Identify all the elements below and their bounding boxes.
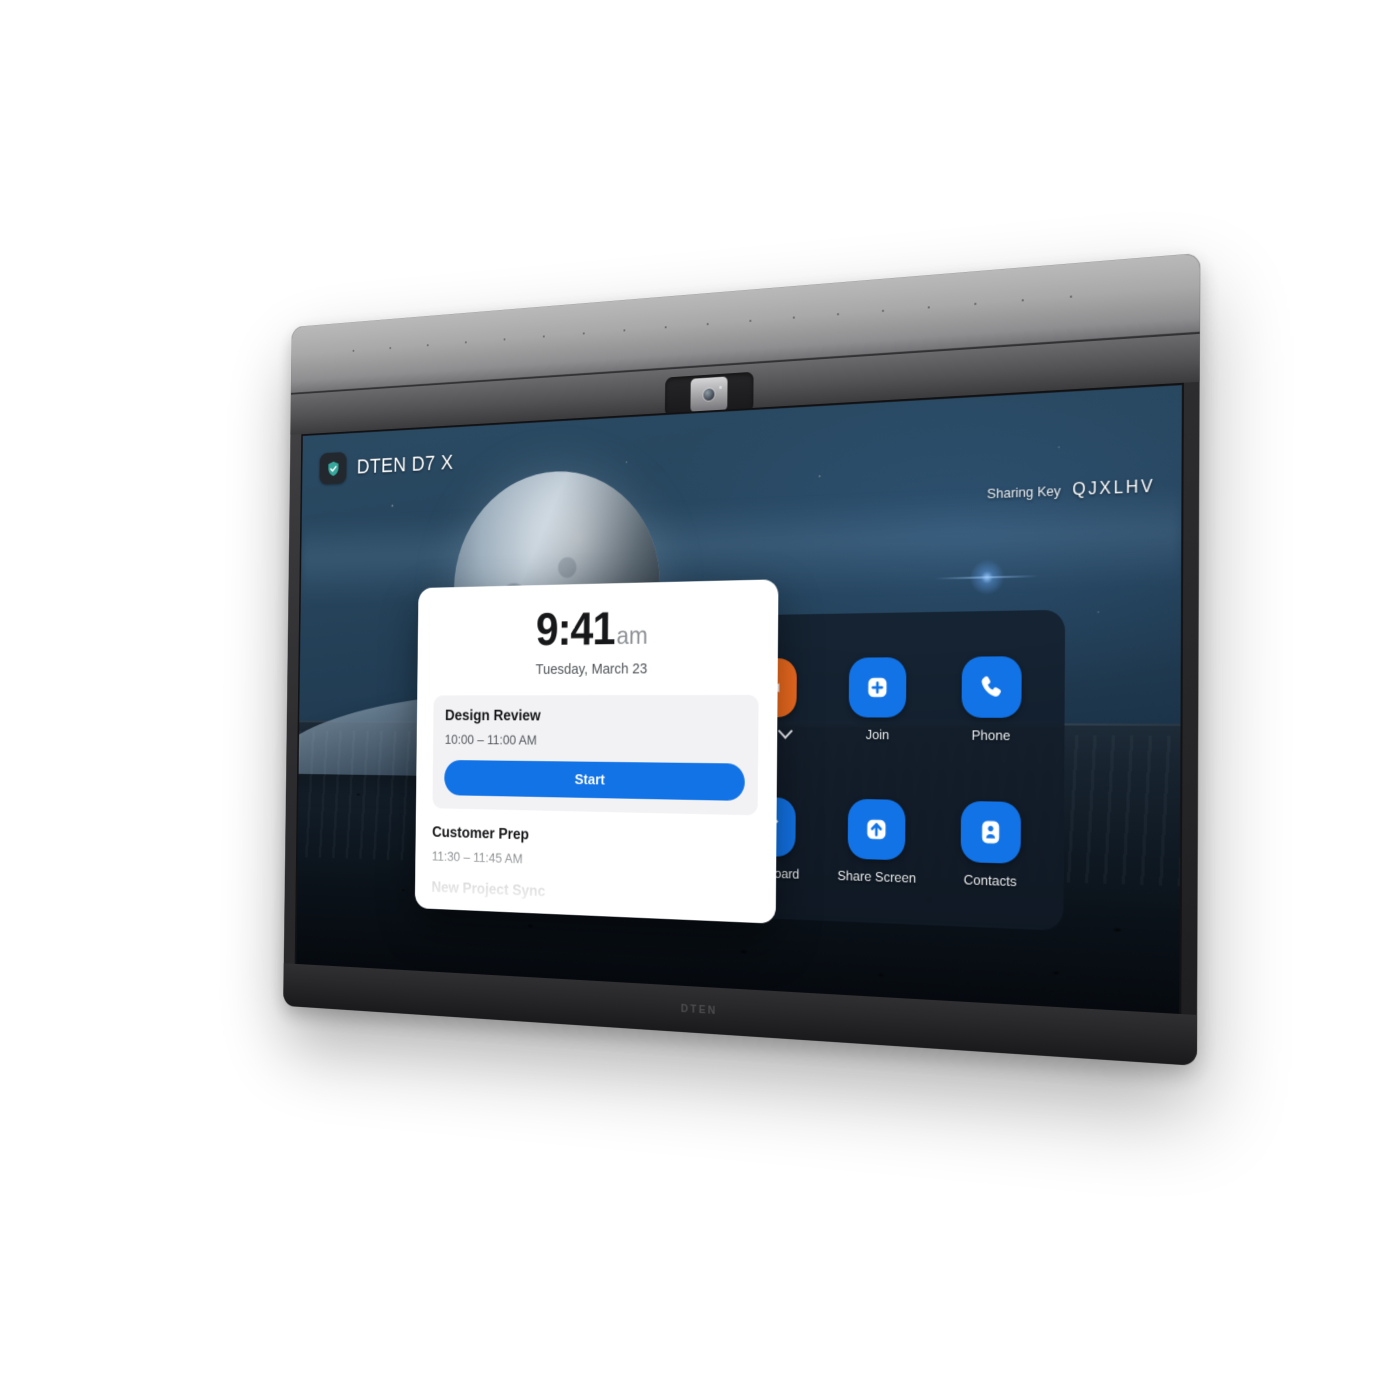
meeting-list-item[interactable]: New Project Sync 11:50 AM – 1:30 PM · Sk… (431, 880, 756, 924)
action-tile-phone[interactable]: Phone (933, 627, 1050, 773)
action-tile-meet[interactable]: Meet (716, 631, 824, 771)
shield-check-icon (319, 451, 347, 485)
top-bar: DTEN D7 X (319, 446, 454, 485)
meeting-card: 9:41am Tuesday, March 23 Design Review 1… (414, 579, 779, 924)
action-tile-share-screen[interactable]: Share Screen (821, 770, 933, 914)
chevron-down-icon[interactable] (777, 723, 793, 740)
next-meeting-card[interactable]: Design Review 10:00 – 11:00 AM Start (432, 695, 759, 816)
action-label-phone: Phone (971, 727, 1011, 744)
mic-array-dots (352, 292, 1115, 352)
dten-d7x-device: DTEN D7 X Sharing Key QJXLHV Join Phone … (283, 253, 1201, 1066)
action-tile-join[interactable]: Join (822, 629, 934, 772)
clock-time: 9:41 (535, 602, 616, 655)
meeting-card-content: 9:41am Tuesday, March 23 Design Review 1… (415, 580, 778, 924)
next-meeting-title: Design Review (444, 708, 541, 725)
sharing-key-value: QJXLHV (1072, 477, 1156, 500)
phone-handset-icon (961, 656, 1022, 719)
action-label-meet: Meet (747, 723, 793, 742)
clock-ampm: am (616, 622, 648, 651)
action-label-contacts: Contacts (963, 871, 1017, 890)
action-label-share-screen: Share Screen (837, 867, 917, 886)
start-meeting-button[interactable]: Start (444, 760, 745, 802)
device-name-label: DTEN D7 X (356, 449, 454, 479)
action-panel: Meet Join (701, 610, 1065, 931)
sharing-key-group: Sharing Key QJXLHV (987, 478, 1155, 504)
plus-square-icon (849, 657, 907, 719)
lens-flare (969, 558, 1005, 596)
action-label-join: Join (865, 727, 890, 743)
action-grid: Meet Join (702, 610, 1065, 931)
scene: DTEN D7 X Sharing Key QJXLHV Join Phone … (0, 0, 1400, 1400)
video-camera-icon (741, 658, 797, 718)
contact-person-icon (960, 800, 1021, 864)
action-tile-contacts[interactable]: Contacts (932, 772, 1049, 920)
action-label-meet-text: Meet (747, 727, 774, 742)
sharing-key-label: Sharing Key (986, 482, 1061, 502)
next-meeting-time: 10:00 – 11:00 AM (444, 731, 537, 748)
action-label-whiteboard: Whiteboard (736, 864, 799, 881)
